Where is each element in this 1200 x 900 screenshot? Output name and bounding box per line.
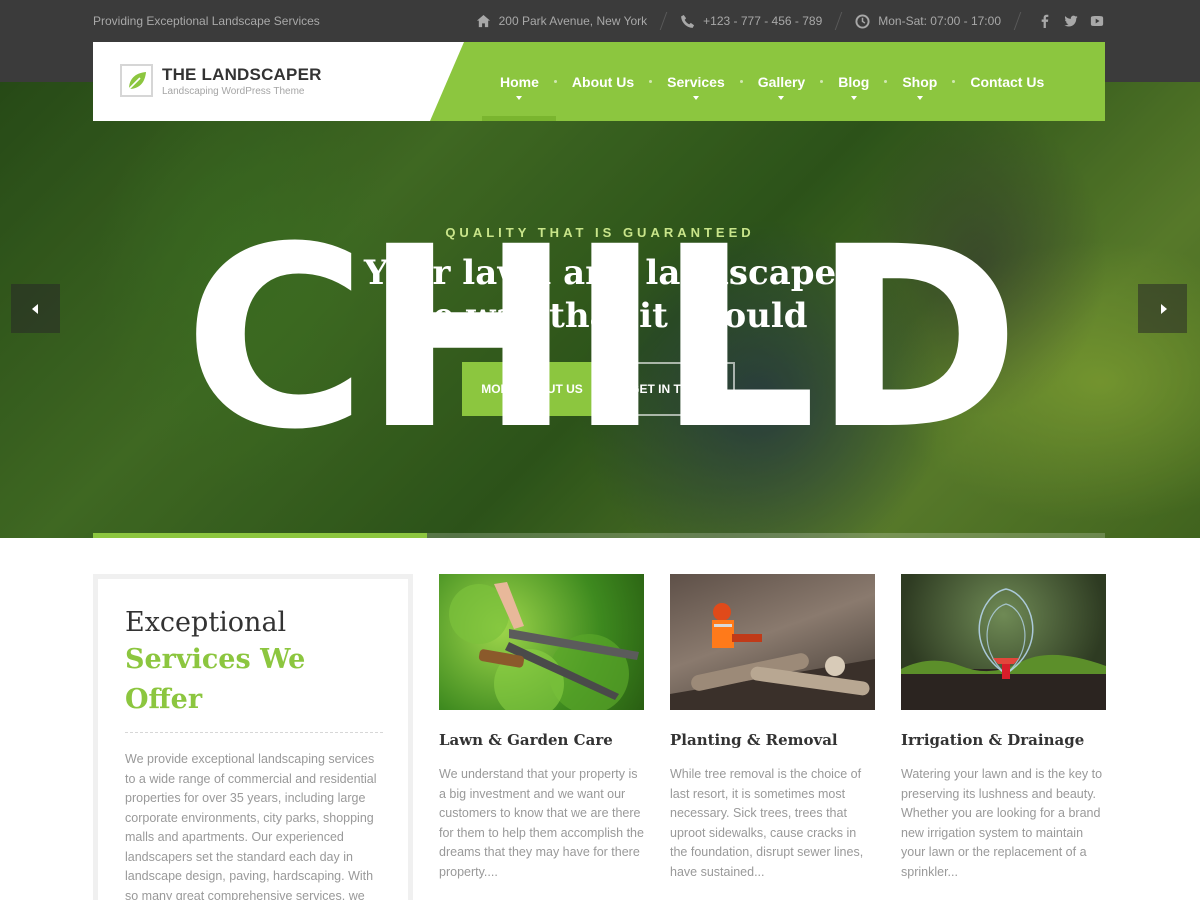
home-icon xyxy=(476,14,490,27)
service-text: While tree removal is the choice of last… xyxy=(670,767,864,879)
phone-info: +123 - 777 - 456 - 789 xyxy=(680,14,822,29)
leaf-logo-icon xyxy=(120,64,153,97)
address-text: 200 Park Avenue, New York xyxy=(498,14,648,28)
nav-item-home[interactable]: Home xyxy=(485,42,554,121)
facebook-icon[interactable] xyxy=(1038,14,1052,28)
caret-down-icon xyxy=(778,96,785,100)
service-text: We understand that your property is a bi… xyxy=(439,767,644,879)
intro-card: Exceptional Services We Offer We provide… xyxy=(93,574,413,900)
nav-item-gallery[interactable]: Gallery xyxy=(743,42,820,121)
child-watermark: CHILD xyxy=(183,193,1021,484)
slider-progress-bar xyxy=(93,533,1105,538)
nav-item-contact-us[interactable]: Contact Us xyxy=(955,42,1059,121)
hours-text: Mon-Sat: 07:00 - 17:00 xyxy=(878,14,1001,28)
tagline: Providing Exceptional Landscape Services xyxy=(93,14,320,28)
clock-icon xyxy=(855,13,870,29)
service-card: Lawn & Garden Care We understand that yo… xyxy=(439,574,644,882)
intro-title-line-1: Exceptional xyxy=(125,607,287,638)
slider-progress-fill xyxy=(93,533,427,538)
tree-removal-image[interactable] xyxy=(670,574,875,710)
address-info: 200 Park Avenue, New York xyxy=(476,14,648,29)
phone-text[interactable]: +123 - 777 - 456 - 789 xyxy=(703,14,822,28)
main-nav: Home About Us Services Gallery Blog Shop Conta… xyxy=(485,42,1059,121)
caret-down-icon xyxy=(916,96,923,100)
hours-info: Mon-Sat: 07:00 - 17:00 xyxy=(855,13,1001,29)
service-title[interactable]: Lawn & Garden Care xyxy=(439,731,644,749)
nav-item-label: Services xyxy=(667,73,725,90)
twitter-icon[interactable] xyxy=(1064,14,1078,28)
sprinkler-image[interactable] xyxy=(901,574,1106,710)
nav-item-blog[interactable]: Blog xyxy=(823,42,884,121)
youtube-icon[interactable] xyxy=(1090,14,1104,28)
service-card: Planting & Removal While tree removal is… xyxy=(670,574,875,882)
site-logo[interactable]: THE LANDSCAPER Landscaping WordPress The… xyxy=(120,64,322,97)
service-title[interactable]: Irrigation & Drainage xyxy=(901,731,1106,749)
site-header: THE LANDSCAPER Landscaping WordPress The… xyxy=(93,42,1105,121)
service-text: Watering your lawn and is the key to pre… xyxy=(901,767,1103,879)
caret-down-icon xyxy=(692,96,699,100)
nav-item-label: Contact Us xyxy=(970,73,1045,90)
hero-slider: QUALITY THAT IS GUARANTEED Your lawn and… xyxy=(0,82,1200,538)
phone-icon xyxy=(681,14,695,28)
service-card: Irrigation & Drainage Watering your lawn… xyxy=(901,574,1106,882)
nav-item-label: Gallery xyxy=(757,73,806,90)
logo-subtitle: Landscaping WordPress Theme xyxy=(162,85,305,97)
social-links xyxy=(1038,14,1104,28)
intro-title-line-2: Services We Offer xyxy=(125,644,306,715)
nav-item-label: Home xyxy=(500,73,539,90)
services-list: Lawn & Garden Care We understand that yo… xyxy=(439,574,1106,882)
intro-text: We provide exceptional landscaping servi… xyxy=(125,752,377,900)
nav-item-label: About Us xyxy=(571,73,635,90)
hedge-trimming-image[interactable] xyxy=(439,574,644,710)
divider xyxy=(125,732,383,733)
nav-item-label: Blog xyxy=(838,73,870,90)
caret-down-icon xyxy=(516,96,523,100)
nav-item-shop[interactable]: Shop xyxy=(887,42,952,121)
nav-item-label: Shop xyxy=(902,73,938,90)
nav-item-services[interactable]: Services xyxy=(652,42,740,121)
nav-item-about-us[interactable]: About Us xyxy=(557,42,649,121)
logo-name: THE LANDSCAPER xyxy=(162,64,322,84)
caret-down-icon xyxy=(850,96,857,100)
service-title[interactable]: Planting & Removal xyxy=(670,731,875,749)
